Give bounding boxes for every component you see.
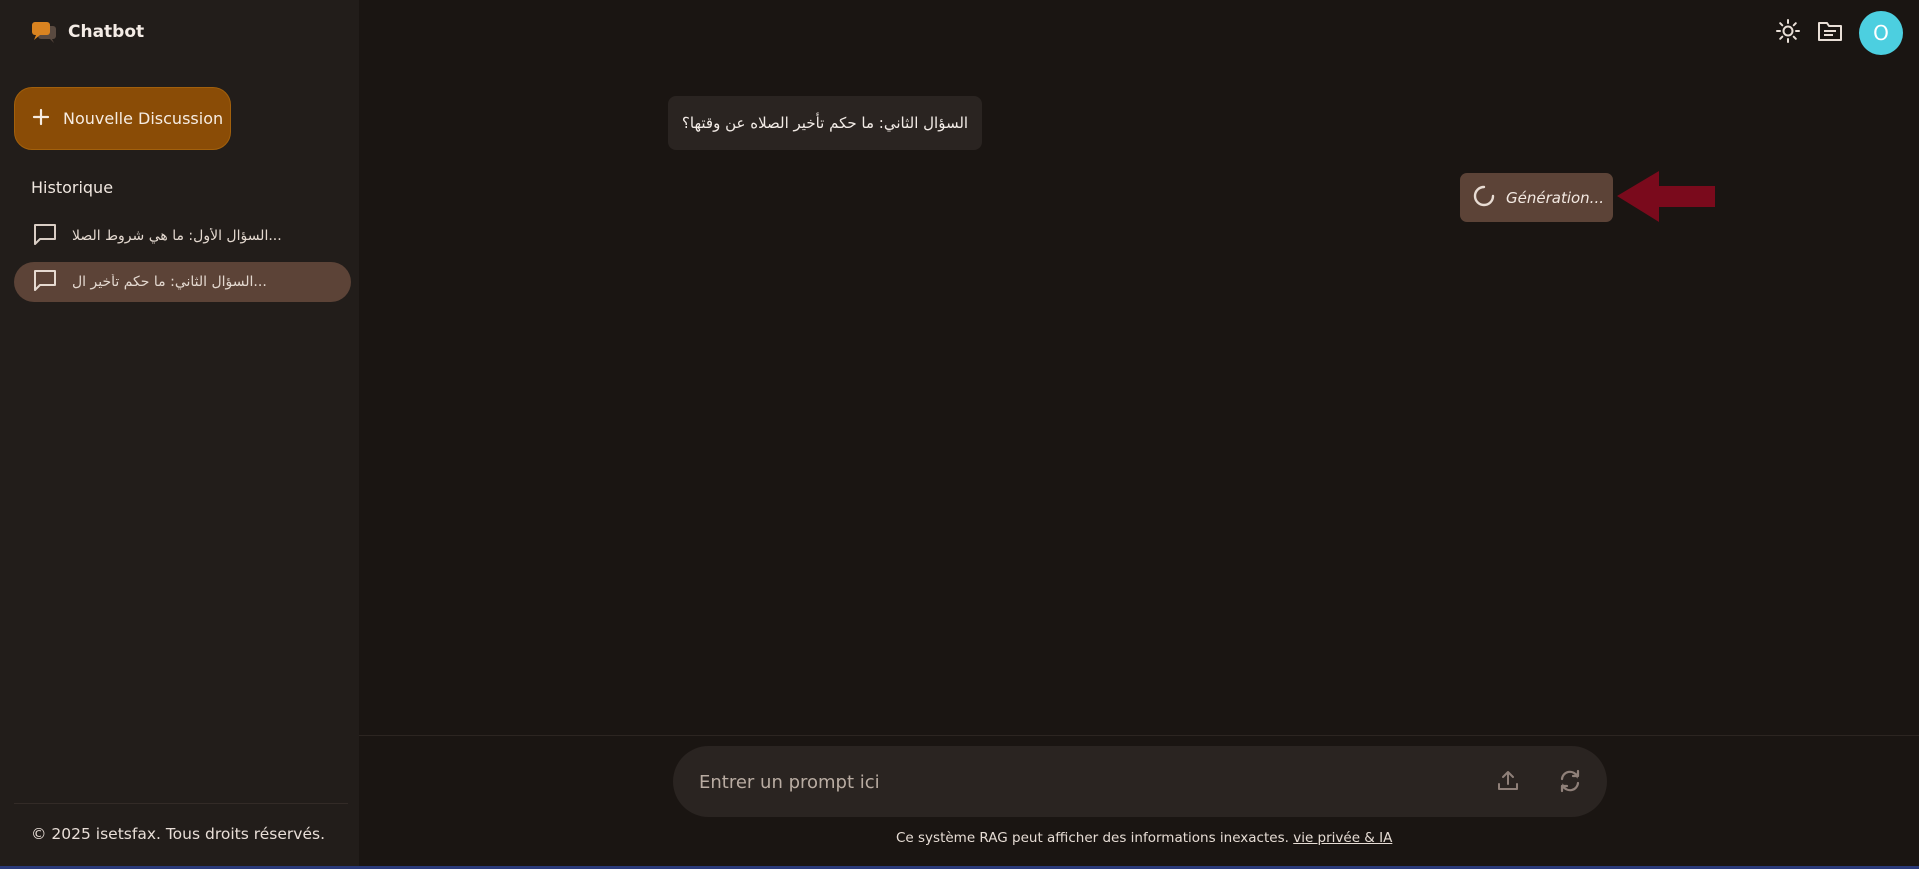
privacy-link[interactable]: vie privée & IA	[1293, 830, 1392, 846]
disclaimer: Ce système RAG peut afficher des informa…	[896, 830, 1392, 846]
generating-indicator: Génération...	[1460, 173, 1613, 222]
left-arrow-annotation-icon	[1617, 171, 1716, 227]
app-root: Chatbot Nouvelle Discussion Historique ا…	[0, 0, 1919, 869]
new-discussion-label: Nouvelle Discussion	[63, 109, 224, 128]
history-item-active[interactable]: السؤال الثاني: ما حكم تأخير ال...	[14, 262, 351, 302]
prompt-input[interactable]	[699, 766, 1459, 798]
sidebar: Chatbot Nouvelle Discussion Historique ا…	[0, 0, 359, 869]
regenerate-button[interactable]	[1557, 768, 1583, 798]
upload-button[interactable]	[1495, 768, 1521, 798]
folder-icon	[1817, 19, 1843, 47]
app-title: Chatbot	[68, 22, 145, 42]
copyright-text: © 2025 isetsfax. Tous droits réservés.	[31, 825, 326, 843]
history-item[interactable]: السؤال الأول: ما هي شروط الصلا...	[14, 216, 351, 256]
sidebar-divider	[14, 803, 348, 804]
chat-bubble-icon	[32, 222, 58, 250]
spinner-icon	[1472, 184, 1496, 212]
brand[interactable]: Chatbot	[30, 20, 144, 44]
composer-divider	[359, 735, 1919, 736]
generating-label: Génération...	[1506, 188, 1604, 207]
documents-button[interactable]	[1817, 20, 1843, 46]
prompt-composer	[673, 746, 1607, 817]
history-item-label: السؤال الأول: ما هي شروط الصلا...	[72, 228, 282, 244]
disclaimer-text: Ce système RAG peut afficher des informa…	[896, 830, 1289, 846]
user-message-bubble: السؤال الثاني: ما حكم تأخير الصلاه عن وق…	[668, 96, 982, 150]
user-avatar[interactable]: O	[1859, 11, 1903, 55]
refresh-icon	[1560, 769, 1580, 793]
new-discussion-button[interactable]: Nouvelle Discussion	[14, 87, 231, 150]
theme-toggle-button[interactable]	[1775, 18, 1801, 48]
chat-bubbles-logo-icon	[30, 20, 58, 44]
plus-icon	[31, 107, 51, 131]
header-actions: O	[1775, 11, 1903, 55]
history-title: Historique	[31, 178, 114, 197]
upload-icon	[1498, 771, 1518, 790]
user-message-text: السؤال الثاني: ما حكم تأخير الصلاه عن وق…	[681, 114, 969, 132]
sun-icon	[1775, 18, 1801, 48]
chat-bubble-icon	[32, 268, 58, 296]
history-item-label: السؤال الثاني: ما حكم تأخير ال...	[72, 274, 267, 290]
